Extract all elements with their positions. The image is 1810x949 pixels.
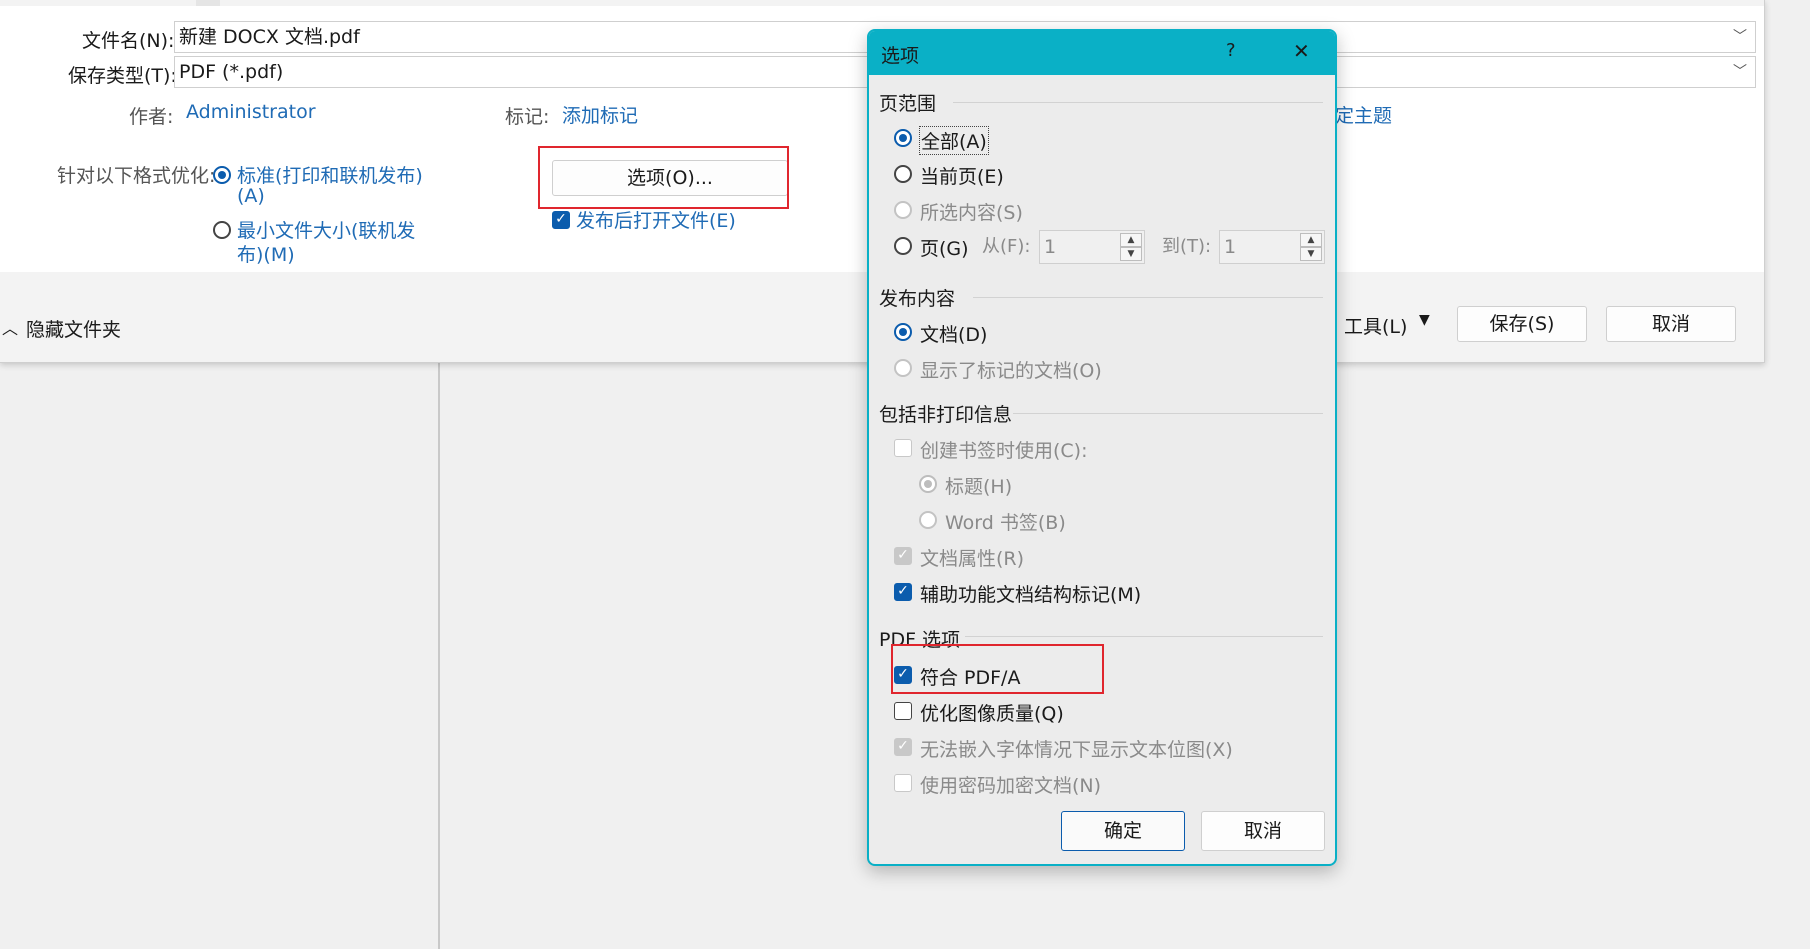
arrow-up-icon[interactable]: ▲ — [1300, 233, 1322, 247]
top-strip — [0, 0, 1764, 6]
arrow-down-icon[interactable]: ▼ — [1120, 247, 1142, 261]
tags-value[interactable]: 添加标记 — [562, 101, 638, 128]
chevron-down-icon[interactable]: ﹀ — [1733, 22, 1747, 52]
to-stepper[interactable]: 1 ▲ ▼ — [1219, 230, 1325, 264]
caret-down-icon[interactable]: ▼ — [1419, 312, 1430, 328]
create-bookmarks-label: 创建书签时使用(C): — [920, 440, 1088, 462]
open-after-publish-checkbox[interactable]: ✓ — [552, 211, 570, 229]
encrypt-checkbox — [894, 774, 912, 792]
publish-document-radio[interactable] — [894, 323, 912, 341]
arrow-up-icon[interactable]: ▲ — [1120, 233, 1142, 247]
publish-markup-label: 显示了标记的文档(O) — [920, 360, 1102, 382]
arrow-down-icon[interactable]: ▼ — [1300, 247, 1322, 261]
filetype-value: PDF (*.pdf) — [179, 61, 284, 83]
encrypt-label: 使用密码加密文档(N) — [920, 775, 1102, 797]
filename-label: 文件名(N): — [82, 30, 175, 52]
publish-heading: 发布内容 — [879, 288, 956, 310]
optimize-min-label-1[interactable]: 最小文件大小(联机发 — [237, 216, 415, 243]
range-selection-radio — [894, 201, 912, 219]
structure-tags-checkbox[interactable]: ✓ — [894, 583, 912, 601]
highlight-box — [538, 146, 789, 209]
from-label: 从(F): — [982, 236, 1031, 257]
ok-button[interactable]: 确定 — [1061, 811, 1185, 851]
tools-menu[interactable]: 工具(L) — [1344, 312, 1407, 339]
options-titlebar: 选项 ? ✕ — [869, 31, 1335, 75]
to-value: 1 — [1224, 236, 1237, 258]
optimize-min-label-2[interactable]: 布)(M) — [237, 240, 295, 267]
range-current-label[interactable]: 当前页(E) — [920, 162, 1004, 189]
help-icon[interactable]: ? — [1226, 40, 1236, 61]
chevron-up-icon[interactable]: ︿ — [2, 315, 18, 339]
options-title: 选项 — [881, 45, 920, 67]
cancel-button[interactable]: 取消 — [1606, 306, 1736, 342]
doc-properties-checkbox: ✓ — [894, 547, 912, 565]
optimize-image-checkbox[interactable] — [894, 702, 912, 720]
hide-folders-toggle[interactable]: 隐藏文件夹 — [26, 315, 121, 342]
optimize-standard-label-2[interactable]: (A) — [237, 185, 265, 207]
save-button[interactable]: 保存(S) — [1457, 306, 1587, 342]
doc-properties-label: 文档属性(R) — [920, 548, 1025, 570]
author-value[interactable]: Administrator — [186, 101, 316, 123]
optimize-image-label[interactable]: 优化图像质量(Q) — [920, 699, 1064, 726]
section-divider — [973, 297, 1323, 298]
pane-divider[interactable] — [438, 362, 440, 949]
non-print-heading: 包括非打印信息 — [879, 404, 1013, 426]
range-pages-radio[interactable] — [894, 237, 912, 255]
range-pages-label[interactable]: 页(G) — [920, 234, 969, 261]
from-stepper[interactable]: 1 ▲ ▼ — [1039, 230, 1145, 264]
page-range-heading: 页范围 — [879, 93, 937, 115]
bitmap-text-checkbox: ✓ — [894, 738, 912, 756]
publish-document-label[interactable]: 文档(D) — [920, 320, 987, 347]
range-selection-label: 所选内容(S) — [920, 202, 1023, 224]
options-dialog: 选项 ? ✕ 页范围 全部(A) 当前页(E) 所选内容(S) 页(G) 从(F… — [867, 29, 1337, 866]
section-divider — [965, 636, 1323, 637]
headings-label: 标题(H) — [945, 476, 1013, 498]
tags-label: 标记: — [505, 106, 550, 128]
range-all-radio[interactable] — [894, 129, 912, 147]
headings-radio — [919, 475, 937, 493]
to-label: 到(T): — [1162, 236, 1212, 257]
optimize-min-radio[interactable] — [213, 221, 231, 239]
chevron-down-icon[interactable]: ﹀ — [1733, 57, 1747, 87]
highlight-box — [891, 644, 1104, 694]
structure-tags-label[interactable]: 辅助功能文档结构标记(M) — [920, 580, 1141, 607]
filename-value: 新建 DOCX 文档.pdf — [179, 26, 360, 48]
range-all-label[interactable]: 全部(A) — [919, 126, 989, 155]
range-current-radio[interactable] — [894, 165, 912, 183]
create-bookmarks-checkbox — [894, 439, 912, 457]
close-icon[interactable]: ✕ — [1293, 39, 1310, 63]
section-divider — [1013, 413, 1323, 414]
bitmap-text-label: 无法嵌入字体情况下显示文本位图(X) — [920, 739, 1233, 761]
word-bookmarks-radio — [919, 511, 937, 529]
optimize-label: 针对以下格式优化: — [57, 165, 216, 187]
optimize-standard-radio[interactable] — [213, 166, 231, 184]
filetype-label: 保存类型(T): — [68, 65, 177, 87]
open-after-publish-label[interactable]: 发布后打开文件(E) — [576, 206, 736, 233]
word-bookmarks-label: Word 书签(B) — [945, 512, 1066, 534]
from-value: 1 — [1044, 236, 1057, 258]
subject-link[interactable]: 定主题 — [1335, 101, 1392, 128]
optimize-standard-label-1[interactable]: 标准(打印和联机发布) — [237, 161, 423, 188]
options-cancel-button[interactable]: 取消 — [1201, 811, 1325, 851]
author-label: 作者: — [129, 106, 174, 128]
publish-markup-radio — [894, 359, 912, 377]
section-divider — [953, 102, 1323, 103]
